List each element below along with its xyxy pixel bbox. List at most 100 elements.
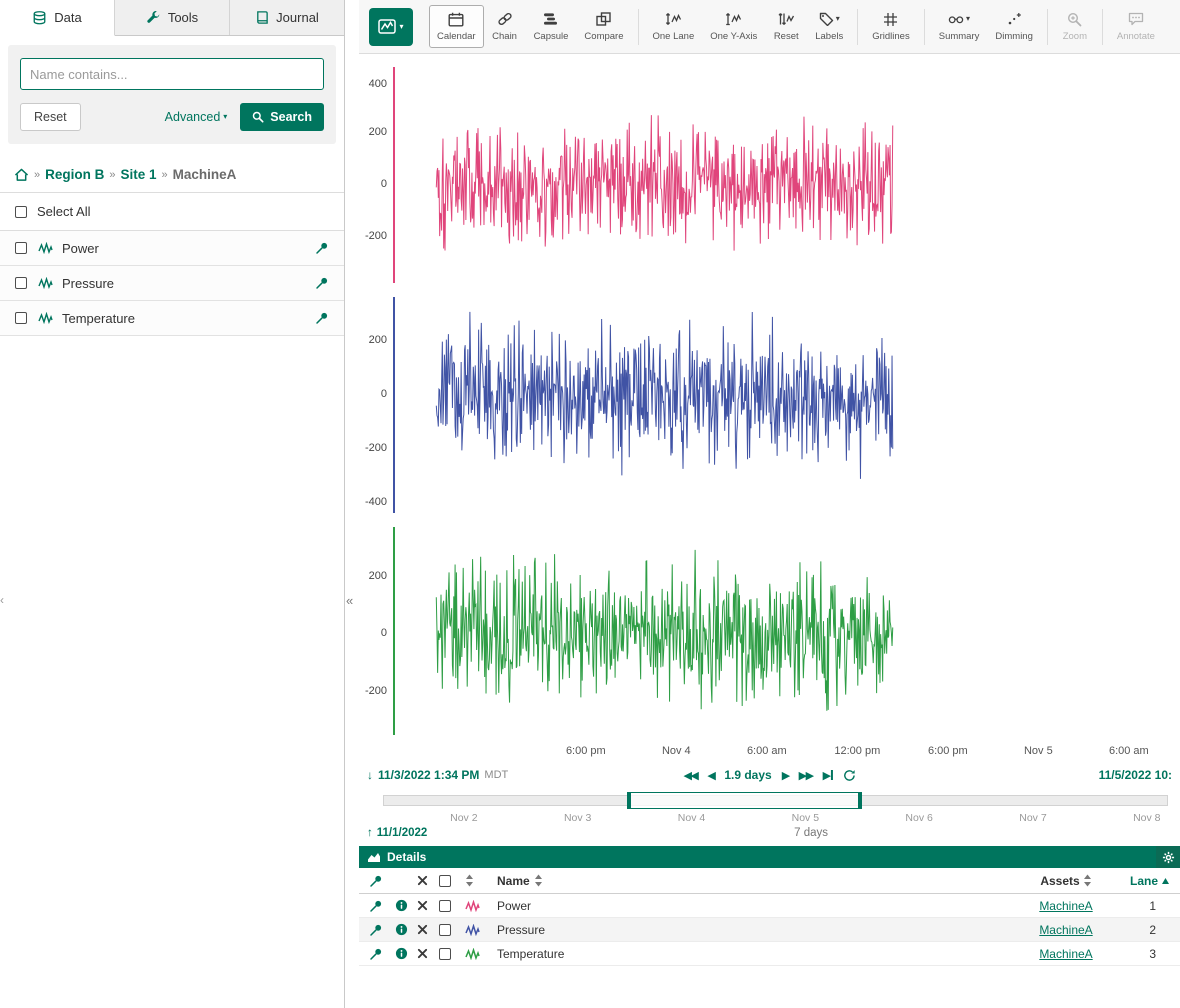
assets-column-header[interactable]: Assets bbox=[1008, 874, 1124, 888]
gridlines-button[interactable]: Gridlines bbox=[864, 5, 918, 48]
sort-icon[interactable] bbox=[465, 874, 497, 887]
pin-icon[interactable] bbox=[315, 241, 329, 255]
trend-lane-power: 4002000-200 bbox=[359, 60, 1180, 290]
pin-icon[interactable] bbox=[369, 947, 395, 961]
collapse-sidebar-icon[interactable]: « bbox=[346, 593, 353, 608]
y-tick-label: 0 bbox=[381, 178, 387, 190]
range-start[interactable]: ↓ 11/3/2022 1:34 PM MDT bbox=[367, 768, 508, 782]
one-y-axis-button[interactable]: One Y-Axis bbox=[702, 5, 765, 48]
range-duration[interactable]: 1.9 days bbox=[724, 768, 771, 782]
toolbar-separator bbox=[924, 9, 925, 45]
signal-item-power[interactable]: Power bbox=[0, 231, 344, 266]
range-start-date[interactable]: 11/3/2022 1:34 PM bbox=[378, 768, 479, 782]
x-tick-label: Nov 5 bbox=[1024, 745, 1053, 757]
gear-icon[interactable] bbox=[1156, 846, 1180, 868]
breadcrumb-region-b[interactable]: Region B bbox=[45, 167, 104, 182]
y-axis-power[interactable]: 4002000-200 bbox=[359, 60, 393, 290]
scrubber-selection[interactable] bbox=[627, 792, 862, 809]
range-end-date[interactable]: 11/5/2022 10: bbox=[1099, 768, 1172, 782]
asset-link[interactable]: MachineA bbox=[1039, 899, 1092, 913]
advanced-toggle[interactable]: Advanced▾ bbox=[165, 110, 228, 124]
step-back-icon[interactable]: ◀◀ bbox=[683, 769, 697, 782]
plot-area-temperature[interactable] bbox=[393, 520, 1180, 742]
home-icon[interactable] bbox=[14, 168, 29, 182]
item-checkbox[interactable] bbox=[15, 242, 27, 254]
item-checkbox[interactable] bbox=[15, 312, 27, 324]
row-checkbox[interactable] bbox=[439, 948, 451, 960]
capsule-label: Capsule bbox=[534, 31, 569, 42]
signal-item-temperature[interactable]: Temperature bbox=[0, 301, 344, 336]
details-row-temperature[interactable]: Temperature MachineA 3 bbox=[359, 942, 1180, 966]
select-all-rows-checkbox[interactable] bbox=[439, 875, 451, 887]
remove-column-icon[interactable] bbox=[417, 875, 439, 886]
investigate-duration[interactable]: 7 days bbox=[794, 827, 828, 839]
database-icon bbox=[32, 10, 47, 26]
search-button[interactable]: Search bbox=[240, 103, 324, 131]
remove-icon[interactable] bbox=[417, 900, 439, 911]
summary-button[interactable]: ▾ Summary bbox=[931, 5, 988, 48]
pin-column-icon[interactable] bbox=[369, 874, 395, 888]
dimming-button[interactable]: Dimming bbox=[987, 5, 1040, 48]
tab-tools[interactable]: Tools bbox=[115, 0, 230, 35]
name-column-header[interactable]: Name bbox=[497, 874, 1008, 888]
annotate-icon bbox=[1128, 11, 1144, 27]
select-all-checkbox[interactable] bbox=[15, 206, 27, 218]
breadcrumb-site-1[interactable]: Site 1 bbox=[121, 167, 157, 182]
chevron-down-icon: ▾ bbox=[399, 23, 403, 31]
details-row-pressure[interactable]: Pressure MachineA 2 bbox=[359, 918, 1180, 942]
investigate-start-date[interactable]: 11/1/2022 bbox=[377, 827, 428, 839]
step-forward-icon[interactable]: ▶▶ bbox=[799, 769, 813, 782]
main-area: ▾ Calendar Chain Capsule bbox=[359, 0, 1180, 1008]
info-icon[interactable] bbox=[395, 899, 417, 912]
back-icon[interactable]: ◀ bbox=[707, 769, 714, 782]
search-input[interactable] bbox=[20, 58, 324, 90]
plot-area-power[interactable] bbox=[393, 60, 1180, 290]
tab-data[interactable]: Data bbox=[0, 0, 115, 36]
chain-button[interactable]: Chain bbox=[484, 5, 526, 48]
arrow-down-icon: ↓ bbox=[367, 768, 373, 782]
y-tick-label: 0 bbox=[381, 388, 387, 400]
scrubber-labels: Nov 2Nov 3Nov 4Nov 5Nov 6Nov 7Nov 8 bbox=[383, 812, 1168, 826]
reset-axes-button[interactable]: Reset bbox=[765, 5, 807, 48]
signal-icon bbox=[465, 900, 497, 912]
compare-button[interactable]: Compare bbox=[576, 5, 631, 48]
details-row-power[interactable]: Power MachineA 1 bbox=[359, 894, 1180, 918]
labels-button[interactable]: ▾ Labels bbox=[807, 5, 851, 48]
remove-icon[interactable] bbox=[417, 924, 439, 935]
row-checkbox[interactable] bbox=[439, 900, 451, 912]
asset-link[interactable]: MachineA bbox=[1039, 923, 1092, 937]
toolbar-separator bbox=[1047, 9, 1048, 45]
one-lane-button[interactable]: One Lane bbox=[645, 5, 703, 48]
investigate-range-start[interactable]: ↑ 11/1/2022 bbox=[367, 827, 427, 839]
y-axis-temperature[interactable]: 2000-200 bbox=[359, 520, 393, 742]
toolbar-separator bbox=[638, 9, 639, 45]
info-icon[interactable] bbox=[395, 923, 417, 936]
signal-icon bbox=[465, 924, 497, 936]
y-axis-pressure[interactable]: 2000-200-400 bbox=[359, 290, 393, 520]
view-mode-button[interactable]: ▾ bbox=[369, 8, 413, 46]
lane-column-header[interactable]: Lane bbox=[1124, 874, 1180, 888]
row-checkbox[interactable] bbox=[439, 924, 451, 936]
collapse-left-edge-icon[interactable]: ‹ bbox=[0, 593, 4, 607]
pin-icon[interactable] bbox=[315, 311, 329, 325]
pin-icon[interactable] bbox=[315, 276, 329, 290]
reset-search-button[interactable]: Reset bbox=[20, 103, 81, 131]
scrubber-track[interactable] bbox=[383, 795, 1168, 806]
x-axis[interactable]: 6:00 pmNov 46:00 am12:00 pm6:00 pmNov 56… bbox=[393, 742, 1180, 762]
refresh-icon[interactable] bbox=[843, 769, 856, 782]
forward-icon[interactable]: ▶ bbox=[782, 769, 789, 782]
signal-item-pressure[interactable]: Pressure bbox=[0, 266, 344, 301]
info-icon[interactable] bbox=[395, 947, 417, 960]
panel-gutter: « bbox=[345, 0, 359, 1008]
remove-icon[interactable] bbox=[417, 948, 439, 959]
item-checkbox[interactable] bbox=[15, 277, 27, 289]
pin-icon[interactable] bbox=[369, 923, 395, 937]
capsule-button[interactable]: Capsule bbox=[526, 5, 577, 48]
pin-icon[interactable] bbox=[369, 899, 395, 913]
plot-area-pressure[interactable] bbox=[393, 290, 1180, 520]
details-title: Details bbox=[387, 850, 426, 864]
calendar-button[interactable]: Calendar bbox=[429, 5, 484, 48]
go-to-end-icon[interactable]: ▶ bbox=[823, 769, 833, 782]
tab-journal[interactable]: Journal bbox=[230, 0, 344, 35]
asset-link[interactable]: MachineA bbox=[1039, 947, 1092, 961]
